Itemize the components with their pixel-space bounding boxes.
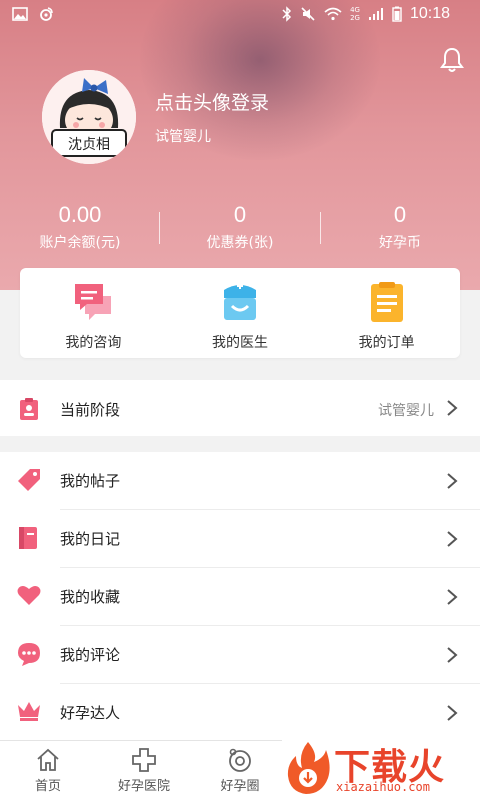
chevron-right-icon <box>447 400 458 416</box>
quick-action-label: 我的医生 <box>212 335 268 351</box>
heart-icon <box>17 586 41 605</box>
flame-logo-icon <box>287 742 330 794</box>
wifi-icon <box>324 7 342 21</box>
signal-icon <box>368 8 383 20</box>
menu-item-label: 我的帖子 <box>60 472 121 490</box>
status-bar: 4G 2G 10:18 <box>0 0 480 30</box>
chevron-right-icon <box>447 589 458 605</box>
diary-icon <box>19 527 37 549</box>
stat-coins[interactable]: 0 好孕币 <box>320 200 480 260</box>
order-list-icon <box>370 282 403 322</box>
login-prompt[interactable]: 点击头像登录 <box>155 88 269 115</box>
menu-item-label: 我的评论 <box>60 646 121 664</box>
current-stage-label: 当前阶段 <box>60 401 121 419</box>
tag-icon <box>18 469 40 491</box>
menu-item-label: 好孕达人 <box>60 704 121 722</box>
quick-action-label: 我的订单 <box>358 335 415 351</box>
chat-bubble-icon <box>75 284 112 320</box>
clock: 10:18 <box>409 5 450 22</box>
tab-label: 好孕医院 <box>117 779 170 794</box>
menu-item-favorites[interactable]: 我的收藏 <box>17 568 480 626</box>
profile-stage: 试管婴儿 <box>155 129 211 145</box>
menu-item-comments[interactable]: 我的评论 <box>18 626 480 684</box>
menu-item-posts[interactable]: 我的帖子 <box>18 452 480 510</box>
current-stage-value: 试管婴儿 <box>378 403 434 419</box>
menu-list: 我的帖子 我的日记 我的收藏 我的评论 好孕达人 <box>0 452 480 740</box>
comment-icon <box>18 643 40 666</box>
weibo-notification-icon <box>40 7 53 21</box>
tab-hospital[interactable]: 好孕医院 <box>96 741 192 801</box>
tab-label: 好孕圈 <box>220 779 260 794</box>
crown-icon <box>18 702 40 721</box>
tab-home[interactable]: 首页 <box>0 741 96 801</box>
id-card-icon <box>20 398 38 420</box>
profile-header: 4G 2G 10:18 沈贞相 点击头像登录 试管婴儿 0.00 账户余额(元)… <box>0 0 480 290</box>
stat-label: 账户余额(元) <box>39 235 121 251</box>
quick-actions-card: 我的咨询 我的医生 我的订单 <box>20 268 460 358</box>
chevron-right-icon <box>447 473 458 489</box>
gallery-notification-icon <box>12 7 28 21</box>
tab-circle[interactable]: 好孕圈 <box>192 741 288 801</box>
chevron-right-icon <box>447 531 458 547</box>
quick-action-consult[interactable]: 我的咨询 <box>20 268 167 358</box>
account-stats: 0.00 账户余额(元) 0 优惠券(张) 0 好孕币 <box>0 200 480 260</box>
network-type-label: 4G 2G <box>350 6 360 22</box>
hospital-cross-icon <box>132 748 156 772</box>
chevron-right-icon <box>447 647 458 663</box>
stats-divider <box>320 212 321 244</box>
avatar-illustration: 沈贞相 <box>42 70 136 164</box>
chevron-right-icon <box>447 705 458 721</box>
stat-balance[interactable]: 0.00 账户余额(元) <box>0 200 160 260</box>
avatar-caption: 沈贞相 <box>68 136 110 153</box>
stat-value: 0.00 <box>58 202 102 227</box>
current-stage-row[interactable]: 当前阶段 试管婴儿 <box>0 380 480 436</box>
stat-value: 0 <box>233 202 247 227</box>
stat-label: 优惠券(张) <box>206 235 274 251</box>
circle-icon <box>229 748 251 772</box>
bluetooth-icon <box>282 6 292 22</box>
tab-label: 首页 <box>34 779 61 794</box>
notification-bell-icon[interactable] <box>440 46 464 74</box>
quick-action-doctor[interactable]: 我的医生 <box>167 268 314 358</box>
menu-item-experts[interactable]: 好孕达人 <box>18 684 480 740</box>
menu-item-diary[interactable]: 我的日记 <box>19 510 480 568</box>
watermark-url: xiazaihuo.com <box>336 780 430 794</box>
stat-value: 0 <box>393 202 407 227</box>
doctor-icon <box>224 283 256 320</box>
home-icon <box>37 748 59 771</box>
battery-icon <box>392 6 402 22</box>
menu-item-label: 我的收藏 <box>60 588 121 606</box>
mute-icon <box>301 7 315 21</box>
stats-divider <box>159 212 160 244</box>
quick-action-label: 我的咨询 <box>65 335 122 351</box>
stat-label: 好孕币 <box>379 235 421 251</box>
avatar[interactable]: 沈贞相 <box>42 70 136 164</box>
quick-action-orders[interactable]: 我的订单 <box>313 268 460 358</box>
menu-item-label: 我的日记 <box>60 530 121 548</box>
watermark: 下载火 xiazaihuo.com <box>282 736 480 800</box>
stat-coupons[interactable]: 0 优惠券(张) <box>160 200 320 260</box>
